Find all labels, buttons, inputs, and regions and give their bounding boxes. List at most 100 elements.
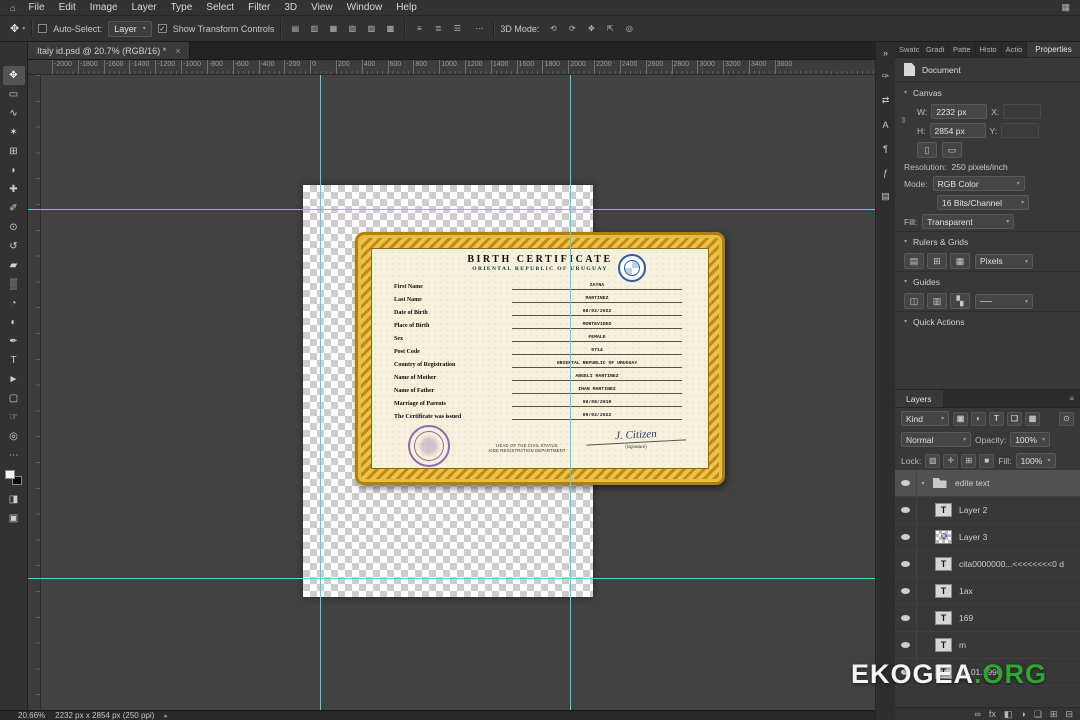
lasso-tool[interactable]: ∿ [3,104,25,123]
layer-row[interactable]: T Layer 2 [895,497,1080,524]
menu-view[interactable]: View [304,2,340,13]
layer-name[interactable]: Layer 3 [959,532,1076,542]
height-input[interactable]: 2854 px [929,123,986,138]
guides-section-header[interactable]: ▾ Guides [895,271,1080,291]
menu-edit[interactable]: Edit [52,2,83,13]
layer-effects-icon[interactable]: fx [989,709,996,719]
certificate-document[interactable]: BIRTH CERTIFICATE ORIENTAL REPUBLIC OF U… [355,232,725,485]
canvas-section-header[interactable]: ▾ Canvas [895,82,1080,102]
canvas-fill-dropdown[interactable]: Transparent ▾ [922,214,1015,229]
new-layer-icon[interactable]: ⊞ [1050,709,1058,720]
layer-row[interactable]: T m [895,632,1080,659]
portrait-icon[interactable]: ▯ [917,142,937,158]
pen-tool[interactable]: ✒ [3,332,25,351]
filter-smart-objects-icon[interactable]: ▦ [1025,411,1040,426]
layer-row[interactable]: T 169 [895,605,1080,632]
x-input[interactable] [1003,104,1042,119]
menu-layer[interactable]: Layer [125,2,164,13]
visibility-eye-icon[interactable] [895,632,917,658]
filter-shape-layers-icon[interactable]: ❏ [1007,411,1022,426]
layer-name[interactable]: cita0000000...<<<<<<<<0 d [959,559,1076,569]
blend-mode-dropdown[interactable]: Normal ▾ [901,432,971,447]
tab-actions[interactable]: Actio [1002,42,1028,57]
link-dimensions-icon[interactable]: ∞ [899,117,909,123]
brush-settings-icon[interactable]: ✑ [878,70,894,83]
layer-row[interactable]: T 1ax [895,578,1080,605]
layer-thumbnail[interactable] [935,530,952,544]
type-tool[interactable]: T [3,351,25,370]
filter-type-layers-icon[interactable]: T [989,411,1004,426]
layer-name[interactable]: 169 [959,613,1076,623]
tab-layers[interactable]: Layers [895,390,943,407]
layer-row[interactable]: Layer 3 [895,524,1080,551]
close-icon[interactable]: × [175,46,180,56]
document-tab[interactable]: Italy id.psd @ 20.7% (RGB/16) * × [28,42,191,59]
character-panel-icon[interactable]: A [878,118,894,131]
units-dropdown[interactable]: Pixels ▾ [975,253,1033,269]
tab-gradients[interactable]: Gradi [922,42,949,57]
rulers-grids-section-header[interactable]: ▾ Rulers & Grids [895,231,1080,251]
link-layers-icon[interactable]: ∞ [974,709,980,719]
orbit-3d-icon[interactable]: ⟲ [545,21,561,36]
lock-pixels-icon[interactable]: ✛ [943,453,959,468]
align-center-h-icon[interactable]: ▥ [306,21,322,36]
clone-source-icon[interactable]: ⇄ [878,94,894,107]
show-transform-checkbox[interactable]: ✓ [157,24,167,33]
align-middle-icon[interactable]: ▨ [363,21,379,36]
ruler-icon[interactable]: ▤ [904,253,924,269]
quick-mask-icon[interactable]: ◨ [3,490,25,509]
menu-help[interactable]: Help [389,2,424,13]
grid-icon[interactable]: ⊞ [927,253,947,269]
quick-actions-section-header[interactable]: ▾ Quick Actions [895,311,1080,331]
visibility-eye-icon[interactable] [895,578,917,604]
align-bottom-icon[interactable]: ▩ [382,21,398,36]
toolbar-overflow-icon[interactable]: ⋯ [3,446,25,465]
foreground-color-swatch[interactable] [5,470,15,479]
canvas-area[interactable]: BIRTH CERTIFICATE ORIENTAL REPUBLIC OF U… [28,75,875,710]
guide-vertical-1[interactable] [320,75,321,710]
layer-fill-input[interactable]: 100% ▾ [1015,453,1056,468]
layer-row[interactable]: T cita0000000...<<<<<<<<0 d [895,551,1080,578]
slide-3d-icon[interactable]: ⇱ [602,21,618,36]
layer-thumbnail[interactable] [931,476,948,490]
auto-select-checkbox[interactable] [38,24,48,33]
filter-adjustment-layers-icon[interactable]: ◐ [971,411,986,426]
dodge-tool[interactable]: ◐ [3,313,25,332]
guide-style-dropdown[interactable]: ── ▾ [975,293,1033,309]
history-brush-tool[interactable]: ↺ [3,237,25,256]
visibility-eye-icon[interactable] [895,524,917,550]
align-top-icon[interactable]: ▧ [344,21,360,36]
drag-3d-icon[interactable]: ✥ [583,21,599,36]
tab-patterns[interactable]: Patte [949,42,976,57]
blur-tool[interactable]: ◔ [3,294,25,313]
filter-toggle-icon[interactable]: ⊙ [1059,411,1074,426]
align-right-icon[interactable]: ▦ [325,21,341,36]
width-input[interactable]: 2232 px [931,104,988,119]
lock-transparency-icon[interactable]: ▨ [925,453,941,468]
workspace-icon[interactable]: ▦ [1061,2,1070,13]
marquee-tool[interactable]: ▭ [3,85,25,104]
status-arrow-icon[interactable]: ▸ [164,712,168,720]
magic-wand-tool[interactable]: ✶ [3,123,25,142]
align-left-icon[interactable]: ▤ [287,21,303,36]
roll-3d-icon[interactable]: ⟳ [564,21,580,36]
menu-image[interactable]: Image [83,2,125,13]
distribute-vertical-icon[interactable]: ≡ [411,21,427,36]
path-select-tool[interactable]: ► [3,370,25,389]
delete-layer-icon[interactable]: ⊟ [1065,709,1073,720]
layer-name[interactable]: 1ax [959,586,1076,596]
layer-thumbnail[interactable]: T [935,584,952,598]
layer-mask-icon[interactable]: ◧ [1004,709,1013,720]
guide-horizontal-1[interactable] [28,209,875,210]
group-disclosure-icon[interactable]: ▾ [917,480,929,487]
guide-vertical-2[interactable] [570,75,571,710]
shape-tool[interactable]: ▢ [3,389,25,408]
visibility-eye-icon[interactable] [895,551,917,577]
eyedropper-tool[interactable]: ◗ [3,161,25,180]
screen-mode-icon[interactable]: ▣ [3,509,25,528]
color-swatches[interactable] [5,470,22,485]
hand-tool[interactable]: ☞ [3,408,25,427]
visibility-eye-icon[interactable] [895,605,917,631]
paragraph-panel-icon[interactable]: ¶ [878,142,894,155]
clone-stamp-tool[interactable]: ⊙ [3,218,25,237]
